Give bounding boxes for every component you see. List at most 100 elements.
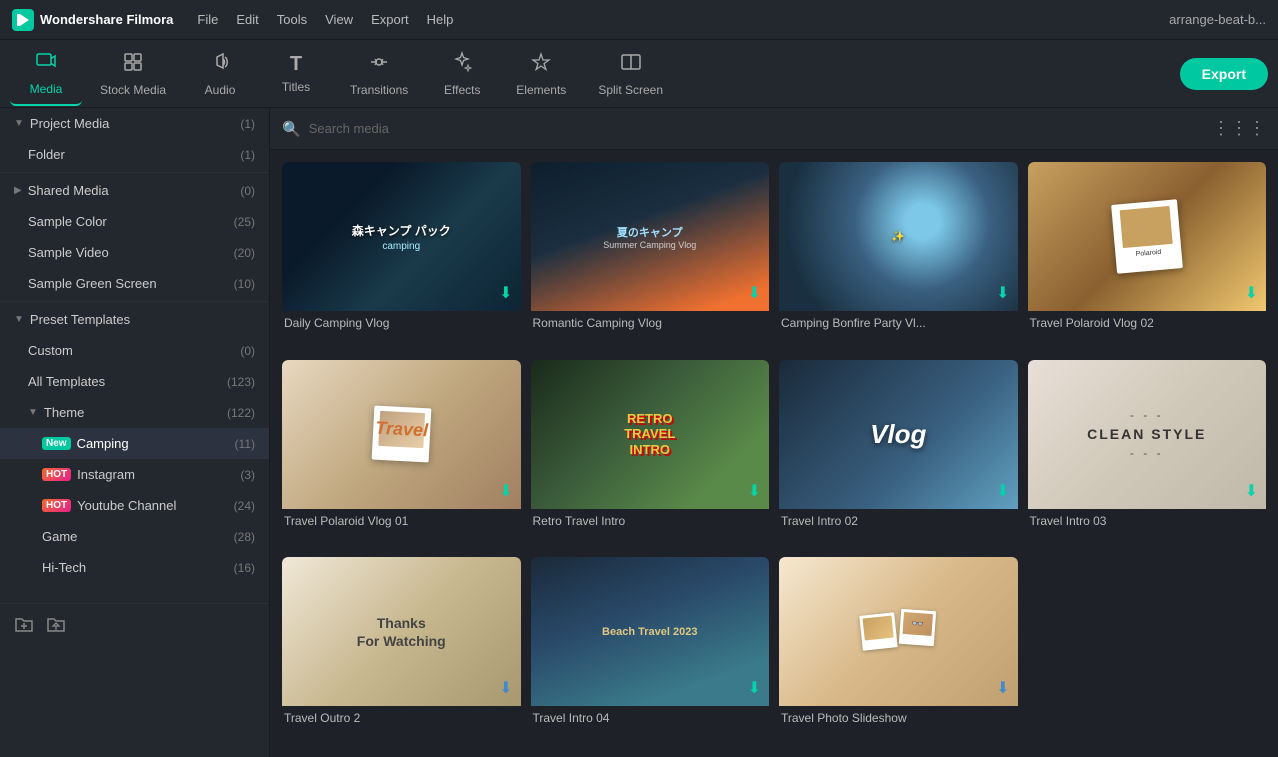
toolbar-titles-label: Titles [282,80,310,94]
custom-count: (0) [240,344,255,358]
thumb-inner: 夏のキャンプ Summer Camping Vlog ⬇ [531,162,770,311]
badge-hot-instagram: HOT [42,468,71,481]
media-card-travel-intro3[interactable]: - - - CLEAN STYLE - - - ⬇ Travel Intro 0… [1028,360,1267,548]
media-card-title: Retro Travel Intro [531,509,770,531]
sidebar-item-custom[interactable]: Custom (0) [0,335,269,366]
preset-templates-label: Preset Templates [30,312,255,327]
sidebar-item-all-templates[interactable]: All Templates (123) [0,366,269,397]
vlog-text: Vlog [870,419,926,450]
divider [0,172,269,173]
media-card-travel-outro2[interactable]: ThanksFor Watching ⬇ Travel Outro 2 [282,557,521,745]
thumb-inner: Vlog ⬇ [779,360,1018,509]
media-card-travel-intro2[interactable]: Vlog ⬇ Travel Intro 02 [779,360,1018,548]
audio-icon [209,51,231,79]
clean-dash: - - - [1087,408,1206,422]
sidebar-item-hi-tech[interactable]: Hi-Tech (16) [0,552,269,583]
sidebar-bottom-icons [0,603,269,649]
thumb-sub2: Summer Camping Vlog [603,240,696,250]
menu-tools[interactable]: Tools [277,12,307,27]
media-card-travel-intro4[interactable]: Beach Travel 2023 ⬇ Travel Intro 04 [531,557,770,745]
sample-video-label: Sample Video [28,245,234,260]
media-card-travel-polaroid2[interactable]: Polaroid ⬇ Travel Polaroid Vlog 02 [1028,162,1267,350]
sidebar-item-shared-media[interactable]: ▶ Shared Media (0) [0,175,269,206]
download-icon: ⬇ [748,283,761,303]
thumb-inner: ✨ ⬇ [779,162,1018,311]
thumb-inner: 森キャンプ パック camping ⬇ [282,162,521,311]
app-logo: Wondershare Filmora [12,9,173,31]
media-card-romantic-camping[interactable]: 夏のキャンプ Summer Camping Vlog ⬇ Romantic Ca… [531,162,770,350]
menu-edit[interactable]: Edit [236,12,258,27]
toolbar-media-label: Media [30,82,63,96]
sidebar-item-sample-color[interactable]: Sample Color (25) [0,206,269,237]
menu-bar: File Edit Tools View Export Help [197,12,453,27]
toolbar-split-screen[interactable]: Split Screen [584,43,677,105]
media-thumbnail: ✨ ⬇ [779,162,1018,311]
stock-media-icon [122,51,144,79]
sidebar-item-youtube[interactable]: HOT Youtube Channel (24) [0,490,269,521]
project-media-label: Project Media [30,116,240,131]
download-icon: ⬇ [996,481,1009,501]
media-thumbnail: 森キャンプ パック camping ⬇ [282,162,521,311]
menu-export[interactable]: Export [371,12,409,27]
sidebar-item-sample-green[interactable]: Sample Green Screen (10) [0,268,269,299]
transitions-icon [368,51,390,79]
media-card-camping-bonfire[interactable]: ✨ ⬇ Camping Bonfire Party Vl... [779,162,1018,350]
toolbar-effects[interactable]: Effects [426,43,498,105]
thumb-jp-text: 森キャンプ パック [352,222,451,239]
content-area: 🔍 ⋮⋮⋮ 森キャンプ パック camping ⬇ Daily Camping … [270,108,1278,757]
thumb-sub: camping [352,241,451,252]
export-button[interactable]: Export [1180,58,1268,90]
sidebar-item-preset-templates[interactable]: ▼ Preset Templates [0,304,269,335]
toolbar-titles[interactable]: T Titles [260,45,332,102]
media-icon [35,50,57,78]
media-thumbnail: Polaroid ⬇ [1028,162,1267,311]
media-card-daily-camping[interactable]: 森キャンプ パック camping ⬇ Daily Camping Vlog [282,162,521,350]
media-card-title: Romantic Camping Vlog [531,311,770,333]
toolbar-stock-media[interactable]: Stock Media [86,43,180,105]
sample-green-label: Sample Green Screen [28,276,234,291]
menu-file[interactable]: File [197,12,218,27]
import-folder-icon[interactable] [46,614,66,639]
thumb-inner: Travel ⬇ [282,360,521,509]
toolbar-elements[interactable]: Elements [502,43,580,105]
search-input[interactable] [309,121,1204,136]
game-label: Game [42,529,234,544]
hi-tech-label: Hi-Tech [42,560,234,575]
media-thumbnail: ThanksFor Watching ⬇ [282,557,521,706]
sidebar-item-theme[interactable]: ▼ Theme (122) [0,397,269,428]
add-folder-icon[interactable] [14,614,34,639]
media-card-travel-polaroid1[interactable]: Travel ⬇ Travel Polaroid Vlog 01 [282,360,521,548]
media-card-title: Travel Outro 2 [282,706,521,728]
sidebar-item-instagram[interactable]: HOT Instagram (3) [0,459,269,490]
media-card-retro-travel[interactable]: RETROTRAVELINTRO ⬇ Retro Travel Intro [531,360,770,548]
thanks-text: ThanksFor Watching [357,614,446,650]
toolbar-audio[interactable]: Audio [184,43,256,105]
menu-help[interactable]: Help [427,12,454,27]
badge-hot-youtube: HOT [42,499,71,512]
chevron-down-icon3: ▼ [28,407,38,418]
sidebar-item-project-media[interactable]: ▼ Project Media (1) [0,108,269,139]
toolbar-transitions[interactable]: Transitions [336,43,422,105]
sidebar-item-camping[interactable]: New Camping (11) [0,428,269,459]
sidebar-item-sample-video[interactable]: Sample Video (20) [0,237,269,268]
media-thumbnail: 夏のキャンプ Summer Camping Vlog ⬇ [531,162,770,311]
top-bar: Wondershare Filmora File Edit Tools View… [0,0,1278,40]
thumb-travel-text: Beach Travel 2023 [602,626,697,638]
clean-dash2: - - - [1087,446,1206,460]
toolbar-media[interactable]: Media [10,42,82,106]
sidebar-item-folder[interactable]: Folder (1) [0,139,269,170]
grid-toggle-icon[interactable]: ⋮⋮⋮ [1212,118,1266,139]
badge-new: New [42,437,71,450]
search-icon: 🔍 [282,120,301,138]
media-thumbnail: - - - CLEAN STYLE - - - ⬇ [1028,360,1267,509]
menu-view[interactable]: View [325,12,353,27]
media-thumbnail: Beach Travel 2023 ⬇ [531,557,770,706]
clean-style-text: CLEAN STYLE [1087,426,1206,442]
youtube-count: (24) [234,499,255,513]
effects-icon [451,51,473,79]
titles-icon: T [290,53,302,76]
sidebar-item-game[interactable]: Game (28) [0,521,269,552]
sample-video-count: (20) [234,246,255,260]
media-card-travel-photo-slideshow[interactable]: 👓 ⬇ Travel Photo Slideshow [779,557,1018,745]
media-thumbnail: RETROTRAVELINTRO ⬇ [531,360,770,509]
